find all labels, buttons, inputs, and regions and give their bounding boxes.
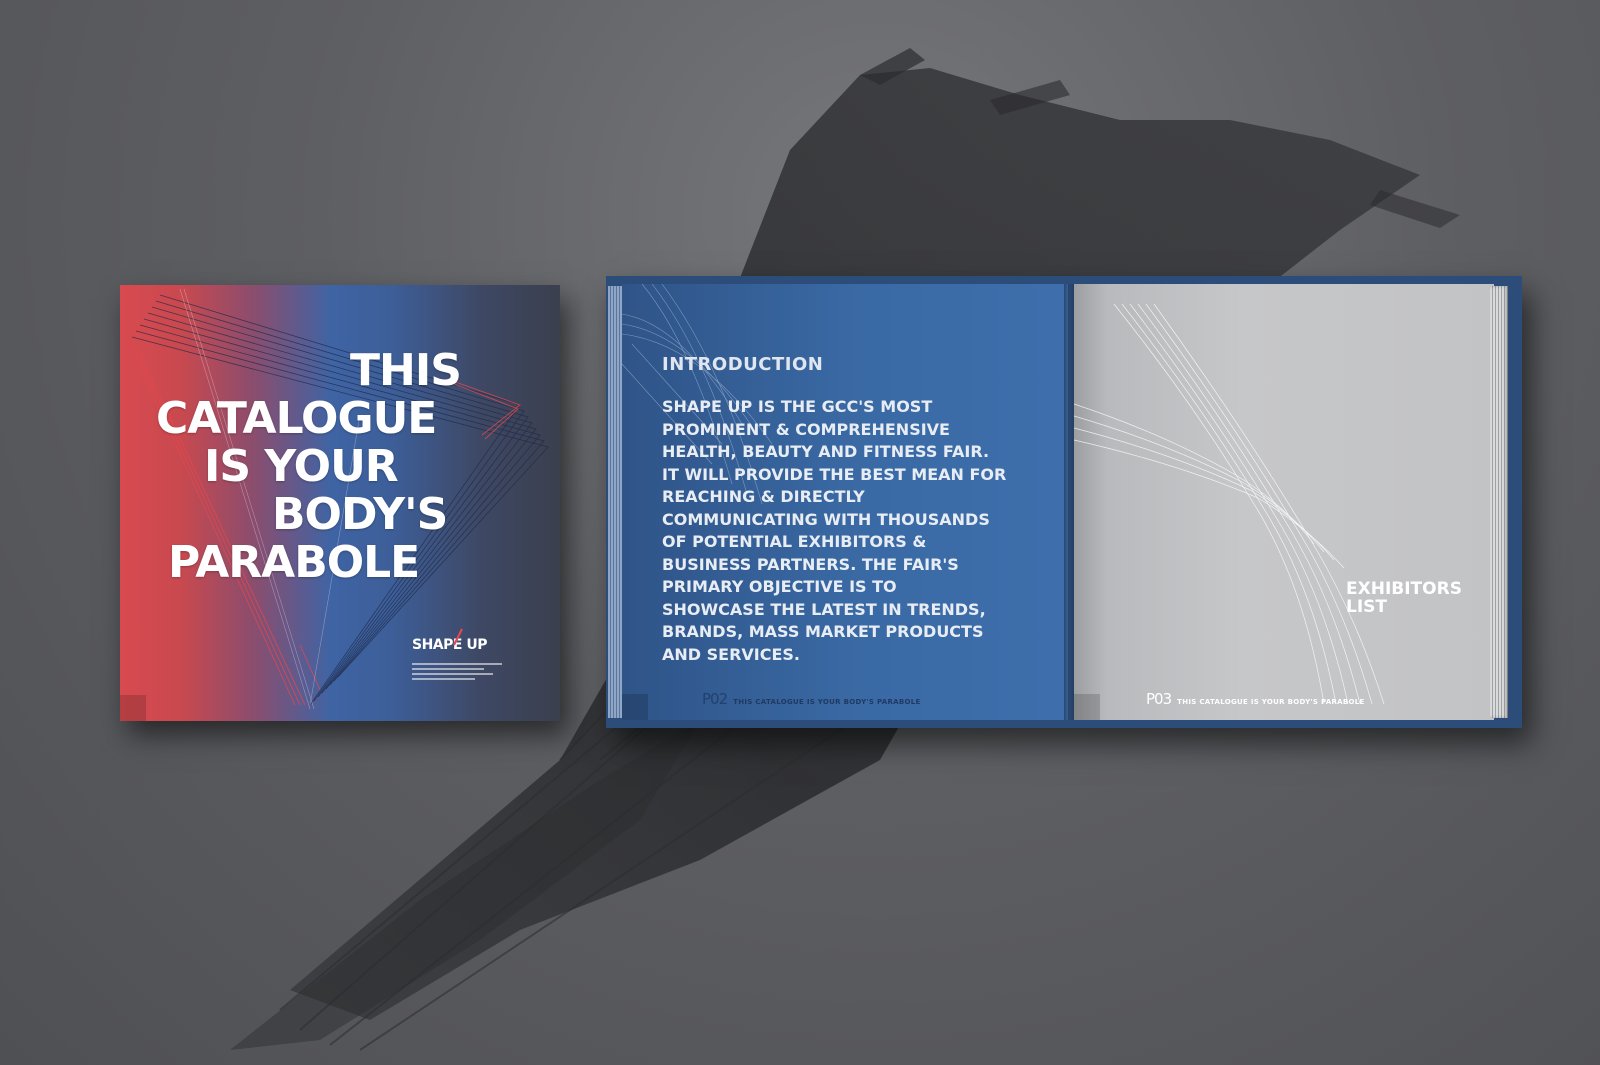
page-folio-left: P02 THIS CATALOGUE IS YOUR BODY'S PARABOL… [702,690,921,708]
folio-running-title: THIS CATALOGUE IS YOUR BODY'S PARABOLE [733,698,921,706]
logo-wordmark: SHAPE UP [412,637,487,653]
open-catalogue-spread: INTRODUCTION SHAPE UP IS THE GCC'S MOST … [606,276,1522,728]
body-line: BUSINESS PARTNERS. THE FAIR'S [662,554,959,574]
mockup-scene: THIS CATALOGUE IS YOUR BODY'S PARABOLE S… [0,0,1600,1065]
body-line: COMMUNICATING WITH THOUSANDS [662,509,990,529]
page-corner [1074,694,1100,720]
title-line: LIST [1346,597,1387,617]
cover-title-line: PARABOLE [168,537,420,588]
cover-page-corner [120,695,146,721]
cover-title-line: IS YOUR [204,441,399,492]
catalogue-cover: THIS CATALOGUE IS YOUR BODY'S PARABOLE S… [120,285,560,721]
folio-running-title: THIS CATALOGUE IS YOUR BODY'S PARABOLE [1177,698,1365,706]
introduction-body: SHAPE UP IS THE GCC'S MOST PROMINENT & C… [662,396,1042,666]
body-line: REACHING & DIRECTLY [662,487,865,506]
title-line: EXHIBITORS [1346,579,1462,599]
introduction-page: INTRODUCTION SHAPE UP IS THE GCC'S MOST … [622,284,1068,720]
right-page-edges [1490,286,1508,718]
body-line: SHAPE UP IS THE GCC'S MOST [662,397,933,416]
page-parabola-lines [1074,303,1385,705]
cover-title: THIS CATALOGUE IS YOUR BODY'S PARABOLE [150,347,560,587]
page-number: P03 [1146,690,1172,708]
body-line: BRANDS, MASS MARKET PRODUCTS [662,622,984,641]
exhibitors-list-page: EXHIBITORS LIST P03 THIS CATALOGUE IS YOU… [1074,284,1494,720]
cover-title-line: CATALOGUE [156,393,437,444]
body-line: OF POTENTIAL EXHIBITORS & [662,532,927,551]
logo-tick-icon [453,628,463,646]
page-folio-right: P03 THIS CATALOGUE IS YOUR BODY'S PARABOL… [1146,690,1365,708]
page-corner [622,694,648,720]
shape-up-logo: SHAPE UP [412,628,502,687]
cover-title-line: BODY'S [272,489,448,540]
logo-fine-print [412,663,502,683]
body-line: PROMINENT & COMPREHENSIVE [662,419,950,439]
left-page-edges [608,286,622,718]
cover-title-line: THIS [350,345,462,396]
exhibitors-list-title: EXHIBITORS LIST [1346,580,1462,616]
page-number: P02 [702,690,728,708]
introduction-heading: INTRODUCTION [662,354,824,375]
body-line: SHOWCASE THE LATEST IN TRENDS, [662,599,986,619]
body-line: PRIMARY OBJECTIVE IS TO [662,577,897,596]
body-line: HEALTH, BEAUTY AND FITNESS FAIR. [662,442,990,461]
body-line: AND SERVICES. [662,644,801,664]
body-line: IT WILL PROVIDE THE BEST MEAN FOR [662,464,1007,484]
